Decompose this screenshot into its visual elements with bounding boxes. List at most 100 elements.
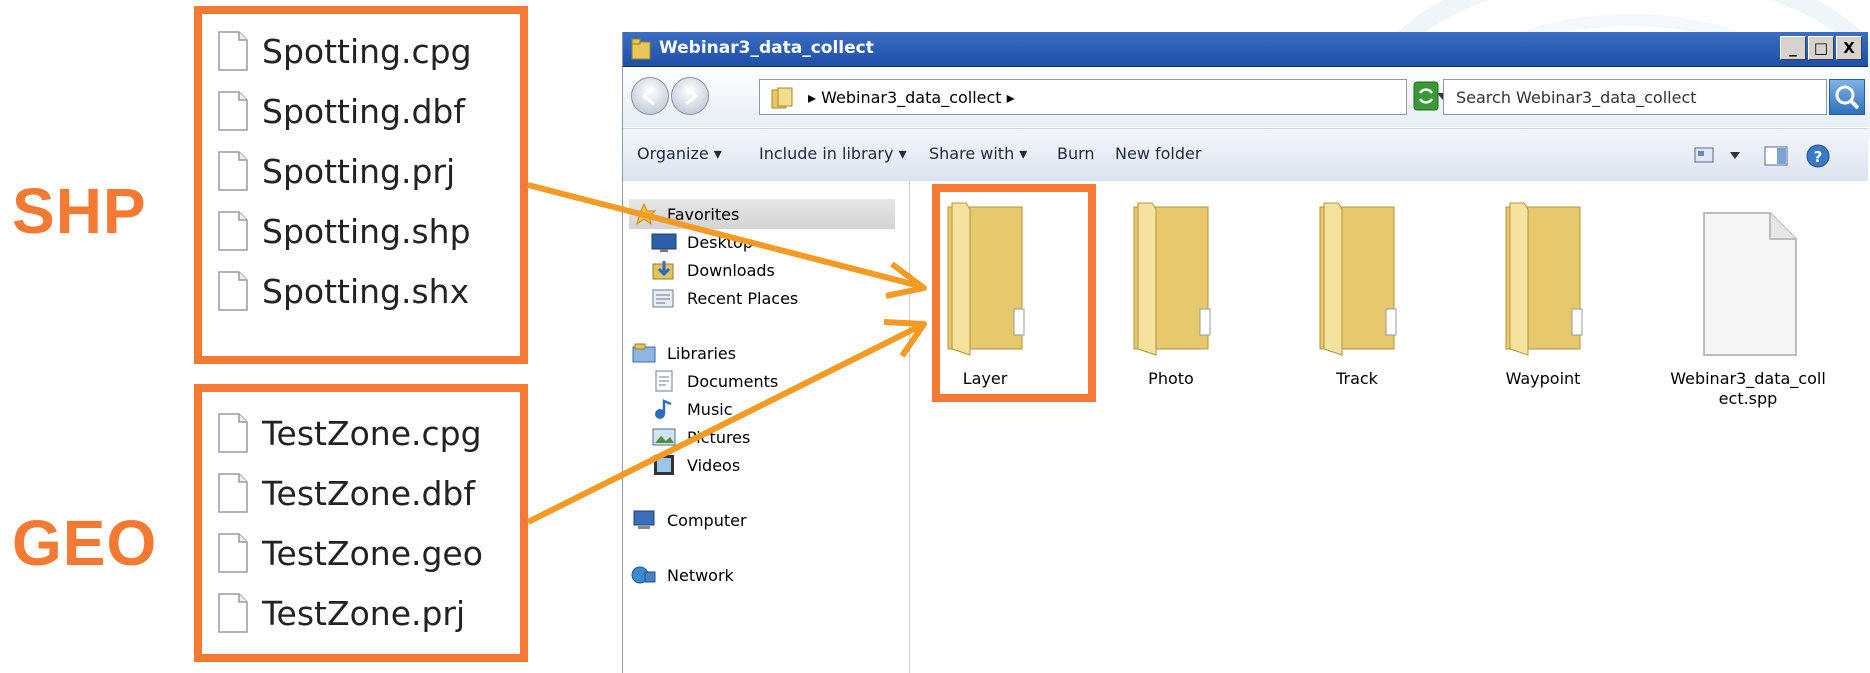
document-icon bbox=[218, 151, 248, 191]
nav-network[interactable]: Network bbox=[631, 561, 734, 589]
file-name: TestZone.cpg bbox=[262, 413, 482, 453]
nav-libraries[interactable]: Libraries bbox=[631, 339, 736, 367]
view-options-icon[interactable] bbox=[1693, 145, 1717, 165]
computer-icon bbox=[633, 510, 655, 529]
preview-pane-icon[interactable] bbox=[1763, 145, 1789, 167]
document-icon bbox=[218, 31, 248, 71]
folder-item-waypoint[interactable]: Waypoint bbox=[1468, 199, 1618, 399]
document-icon bbox=[218, 533, 248, 573]
nav-music[interactable]: Music bbox=[651, 395, 733, 423]
libraries-icon bbox=[632, 343, 656, 363]
search-placeholder: Search Webinar3_data_collect bbox=[1456, 88, 1697, 107]
nav-label: Libraries bbox=[667, 343, 737, 363]
folder-icon bbox=[771, 87, 793, 109]
file-row: TestZone.dbf bbox=[218, 466, 475, 520]
close-button[interactable]: X bbox=[1836, 36, 1862, 60]
document-icon bbox=[218, 211, 248, 251]
address-path: ▸ Webinar3_data_collect ▸ bbox=[808, 88, 1015, 107]
nav-label: Computer bbox=[667, 510, 747, 530]
forward-button[interactable] bbox=[671, 77, 709, 115]
nav-label: Downloads bbox=[687, 260, 775, 280]
folder-icon bbox=[1133, 202, 1211, 356]
folder-icon bbox=[1319, 202, 1397, 356]
chevron-down-icon[interactable] bbox=[1729, 151, 1741, 161]
file-row: TestZone.prj bbox=[218, 586, 465, 640]
back-button[interactable] bbox=[631, 77, 669, 115]
nav-pictures[interactable]: Pictures bbox=[651, 423, 750, 451]
file-row: TestZone.cpg bbox=[218, 406, 482, 460]
folder-item-track[interactable]: Track bbox=[1282, 199, 1432, 399]
file-name: Spotting.dbf bbox=[262, 91, 465, 131]
share-with-menu[interactable]: Share with ▾ bbox=[929, 144, 1027, 163]
file-row: Spotting.dbf bbox=[218, 84, 465, 138]
navigation-pane: Favorites Desktop Downloads Recent Place… bbox=[623, 181, 910, 673]
star-icon bbox=[631, 203, 657, 225]
recent-places-icon bbox=[652, 289, 674, 308]
nav-computer[interactable]: Computer bbox=[631, 506, 747, 534]
file-row: Spotting.shx bbox=[218, 264, 469, 318]
document-icon bbox=[218, 413, 248, 453]
layer-highlight-box bbox=[932, 184, 1096, 402]
explorer-window: Webinar3_data_collect _ □ X ▸ Webinar3_d… bbox=[622, 32, 1869, 673]
item-label: Photo bbox=[1148, 369, 1194, 388]
file-name: Spotting.cpg bbox=[262, 31, 472, 71]
window-controls: _ □ X bbox=[1778, 36, 1862, 60]
folder-icon bbox=[1505, 202, 1583, 356]
geo-label: GEO bbox=[12, 507, 158, 579]
nav-label: Pictures bbox=[687, 427, 751, 447]
item-label: Waypoint bbox=[1505, 369, 1581, 388]
nav-recent-places[interactable]: Recent Places bbox=[651, 284, 798, 312]
nav-favorites[interactable]: Favorites bbox=[631, 200, 739, 228]
file-name: Spotting.prj bbox=[262, 151, 456, 191]
address-field[interactable]: ▸ Webinar3_data_collect ▸ bbox=[759, 79, 1449, 115]
include-in-library-menu[interactable]: Include in library ▾ bbox=[759, 144, 907, 163]
item-label: Webinar3_data_coll ect.spp bbox=[1670, 369, 1826, 408]
maximize-button[interactable]: □ bbox=[1808, 36, 1834, 60]
file-name: TestZone.prj bbox=[262, 593, 466, 633]
shp-file-list: Spotting.cpg Spotting.dbf Spotting.prj S… bbox=[194, 6, 528, 364]
search-button[interactable] bbox=[1829, 79, 1865, 115]
nav-downloads[interactable]: Downloads bbox=[651, 256, 775, 284]
videos-icon bbox=[654, 455, 674, 475]
burn-button[interactable]: Burn bbox=[1057, 144, 1095, 163]
nav-label: Network bbox=[667, 565, 734, 585]
nav-label: Favorites bbox=[667, 204, 740, 224]
document-icon bbox=[218, 593, 248, 633]
file-row: Spotting.shp bbox=[218, 204, 471, 258]
address-bar-area: ▸ Webinar3_data_collect ▸ Search Webinar… bbox=[623, 67, 1868, 127]
file-row: Spotting.cpg bbox=[218, 24, 472, 78]
desktop-icon bbox=[651, 233, 677, 252]
help-icon[interactable]: ? bbox=[1805, 143, 1831, 169]
back-arrow-icon bbox=[641, 86, 655, 106]
network-icon bbox=[631, 566, 656, 584]
svg-text:?: ? bbox=[1814, 148, 1823, 166]
search-input[interactable]: Search Webinar3_data_collect bbox=[1443, 79, 1827, 115]
document-icon bbox=[1703, 212, 1797, 356]
shp-label: SHP bbox=[12, 175, 147, 247]
window-title: Webinar3_data_collect bbox=[659, 38, 874, 58]
minimize-button[interactable]: _ bbox=[1780, 36, 1806, 60]
organize-menu[interactable]: Organize ▾ bbox=[637, 144, 722, 163]
folder-item-photo[interactable]: Photo bbox=[1096, 199, 1246, 399]
documents-icon bbox=[655, 370, 673, 392]
file-name: Spotting.shx bbox=[262, 271, 470, 311]
title-bar[interactable]: Webinar3_data_collect _ □ X bbox=[623, 32, 1868, 67]
refresh-icon[interactable] bbox=[1413, 81, 1439, 111]
folder-icon bbox=[631, 38, 651, 60]
nav-videos[interactable]: Videos bbox=[651, 451, 740, 479]
nav-label: Videos bbox=[687, 455, 741, 475]
document-icon bbox=[218, 271, 248, 311]
downloads-icon bbox=[652, 261, 674, 280]
nav-label: Documents bbox=[687, 371, 779, 391]
file-item-spp[interactable]: Webinar3_data_coll ect.spp bbox=[1658, 199, 1838, 408]
nav-desktop[interactable]: Desktop bbox=[651, 228, 753, 256]
file-name: TestZone.geo bbox=[262, 533, 483, 573]
nav-documents[interactable]: Documents bbox=[651, 367, 778, 395]
new-folder-button[interactable]: New folder bbox=[1115, 144, 1201, 163]
pictures-icon bbox=[652, 428, 676, 446]
document-icon bbox=[218, 473, 248, 513]
nav-label: Recent Places bbox=[687, 288, 799, 308]
search-icon bbox=[1835, 85, 1860, 110]
nav-label: Desktop bbox=[687, 232, 753, 252]
file-name: TestZone.dbf bbox=[262, 473, 476, 513]
